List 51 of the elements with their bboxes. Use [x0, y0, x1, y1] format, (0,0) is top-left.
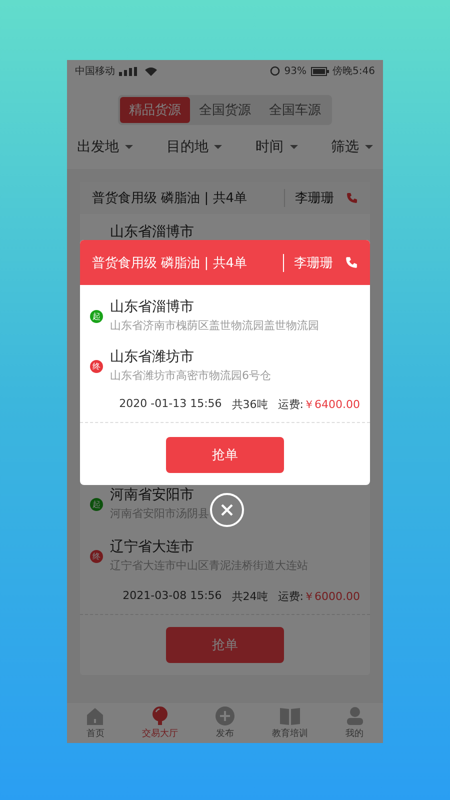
fee-label: 运费: [278, 589, 304, 604]
contact-name: 李珊珊 [294, 254, 333, 272]
address-text: 山东省潍坊市高密市物流园6号仓 [110, 368, 271, 384]
city-name: 辽宁省大连市 [110, 538, 194, 557]
city-name: 山东省淄博市 [110, 298, 194, 317]
city-name: 河南省安阳市 [110, 486, 194, 505]
clock-time: 傍晚5:46 [332, 64, 375, 78]
address-text: 山东省济南市槐荫区盖世物流园盖世物流园 [110, 318, 319, 334]
close-button[interactable] [210, 493, 244, 527]
source-tab[interactable]: 全国车源 [260, 97, 330, 123]
tab-bar-item[interactable]: 教育培训 [268, 706, 312, 740]
tab-bar-item[interactable]: 发布 [210, 706, 239, 740]
phone-icon[interactable] [345, 256, 358, 269]
phone-icon[interactable] [346, 192, 358, 204]
grab-order-button[interactable]: 抢单 [166, 437, 284, 473]
filter-dropdown[interactable]: 筛选 [326, 136, 377, 158]
filter-dropdown[interactable]: 出发地 [73, 136, 137, 158]
fee-amount: ￥6400.00 [304, 397, 360, 412]
plus-icon [214, 706, 235, 726]
source-tab[interactable]: 精品货源 [120, 97, 190, 123]
cargo-title: 普货食用级 磷脂油 | 共4单 [92, 190, 248, 207]
carrier-name: 中国移动 [75, 64, 115, 78]
wifi-icon [145, 66, 157, 76]
city-name: 山东省潍坊市 [110, 348, 194, 367]
grab-order-button[interactable]: 抢单 [166, 627, 284, 663]
book-icon [278, 706, 301, 726]
contact-name: 李珊珊 [295, 190, 334, 207]
battery-icon [310, 66, 329, 76]
house-icon [85, 706, 106, 726]
filter-dropdown[interactable]: 目的地 [162, 136, 226, 158]
weight-text: 共24吨 [232, 589, 268, 604]
route-badge: 起 [90, 498, 103, 510]
route-badge: 终 [90, 550, 103, 562]
weight-text: 共36吨 [232, 397, 268, 412]
fee-amount: ￥6000.00 [304, 589, 360, 604]
route-badge: 终 [90, 360, 103, 372]
fee-label: 运费: [278, 397, 304, 412]
source-tab[interactable]: 全国货源 [190, 97, 260, 123]
cargo-title: 普货食用级 磷脂油 | 共4单 [92, 254, 248, 272]
close-icon [220, 503, 234, 517]
balloon-icon [150, 706, 170, 726]
date-time: 2021-03-08 15:56 [122, 589, 222, 604]
person-icon [344, 706, 365, 726]
date-time: 2020 -01-13 15:56 [119, 397, 222, 412]
tab-bar-item[interactable]: 交易大厅 [138, 706, 182, 740]
city-name: 山东省淄博市 [109, 223, 195, 242]
filter-dropdown[interactable]: 时间 [252, 136, 302, 158]
tab-bar-item[interactable]: 首页 [81, 706, 110, 740]
battery-percent: 93% [284, 66, 307, 76]
tab-bar-item[interactable]: 我的 [340, 706, 369, 740]
route-badge: 起 [90, 310, 103, 322]
